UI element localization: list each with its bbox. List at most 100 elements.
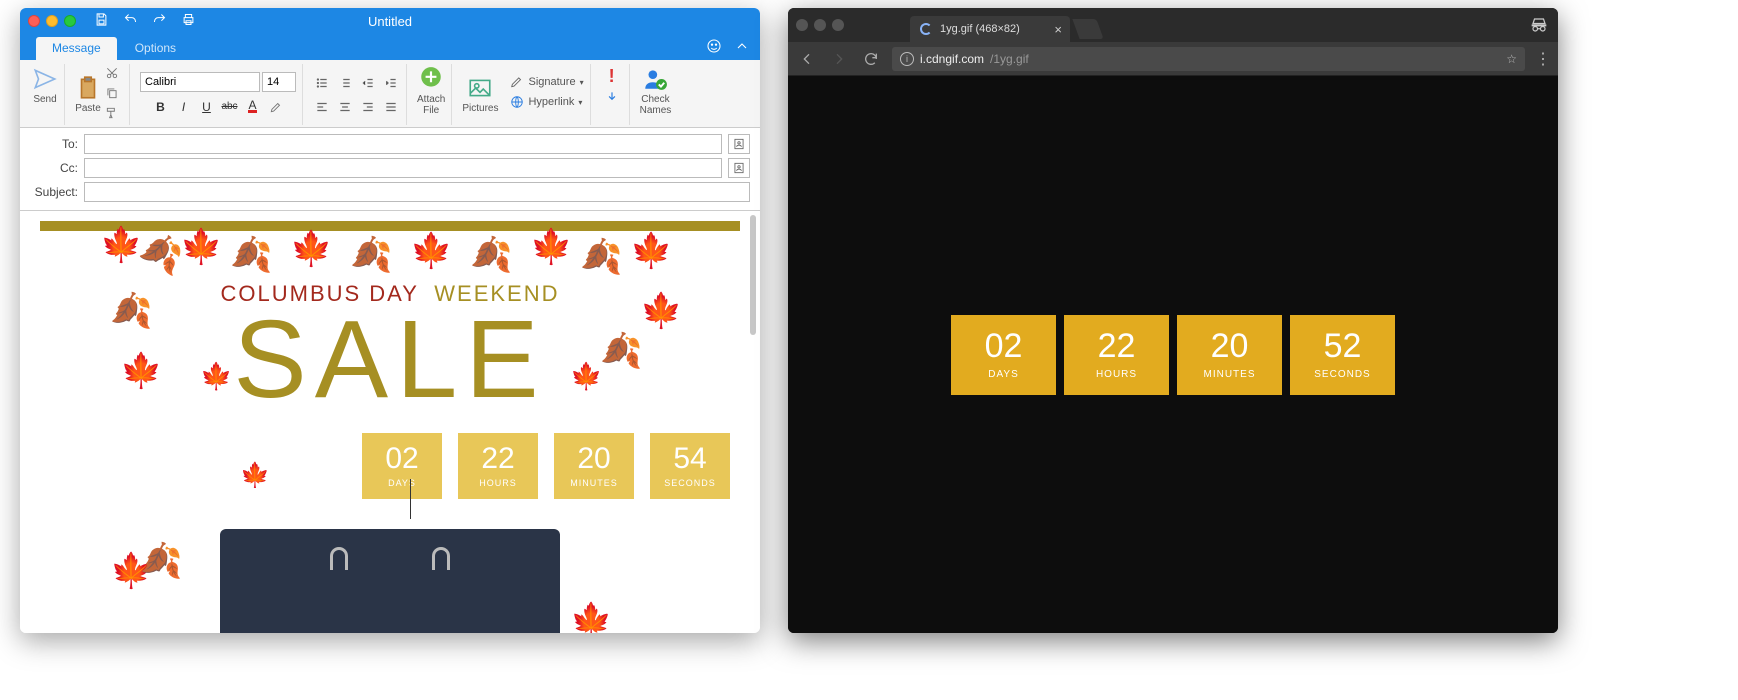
send-button[interactable]: Send xyxy=(32,66,58,105)
cut-icon[interactable] xyxy=(105,66,119,83)
gif-seconds: 52 SECONDS xyxy=(1290,315,1395,395)
browser-tab[interactable]: 1yg.gif (468×82) × xyxy=(910,16,1070,42)
maximize-window-button[interactable] xyxy=(64,15,76,27)
pictures-button[interactable]: Pictures xyxy=(462,75,498,114)
save-icon[interactable] xyxy=(94,12,109,30)
send-label: Send xyxy=(33,94,56,105)
attach-label: AttachFile xyxy=(417,94,445,116)
forward-button[interactable] xyxy=(828,48,850,70)
font-name-select[interactable] xyxy=(140,72,260,92)
cc-field[interactable] xyxy=(84,158,722,178)
subject-field[interactable] xyxy=(84,182,750,202)
justify-button[interactable] xyxy=(380,97,402,117)
chrome-minimize-button[interactable] xyxy=(814,19,826,31)
tab-title: 1yg.gif (468×82) xyxy=(940,23,1020,35)
format-painter-icon[interactable] xyxy=(105,106,119,123)
outlook-titlebar: Untitled xyxy=(20,8,760,34)
to-field[interactable] xyxy=(84,134,722,154)
signature-button[interactable]: Signature▾ xyxy=(510,75,583,89)
font-color-button[interactable]: A xyxy=(242,96,264,118)
pictures-label: Pictures xyxy=(462,103,498,114)
attach-file-button[interactable]: AttachFile xyxy=(417,66,445,116)
close-window-button[interactable] xyxy=(28,15,40,27)
page-viewport: 02 DAYS 22 HOURS 20 MINUTES 52 SECONDS xyxy=(788,76,1558,633)
countdown-hours-label: HOURS xyxy=(479,478,517,488)
print-icon[interactable] xyxy=(181,12,196,30)
gif-hours: 22 HOURS xyxy=(1064,315,1169,395)
chrome-close-button[interactable] xyxy=(796,19,808,31)
chrome-toolbar: i i.cdngif.com/1yg.gif ☆ ⋮ xyxy=(788,42,1558,76)
countdown-minutes-value: 20 xyxy=(577,444,610,474)
shopping-bag-image xyxy=(220,529,560,633)
copy-icon[interactable] xyxy=(105,86,119,103)
url-host: i.cdngif.com xyxy=(920,52,984,66)
numbering-button[interactable] xyxy=(334,73,356,93)
italic-button[interactable]: I xyxy=(173,96,195,118)
gif-days: 02 DAYS xyxy=(951,315,1056,395)
collapse-ribbon-icon[interactable] xyxy=(734,38,750,57)
high-importance-icon[interactable]: ! xyxy=(609,66,615,87)
address-bar[interactable]: i i.cdngif.com/1yg.gif ☆ xyxy=(892,47,1525,71)
gif-countdown-image: 02 DAYS 22 HOURS 20 MINUTES 52 SECONDS xyxy=(951,315,1395,395)
check-names-label: CheckNames xyxy=(640,94,672,116)
gif-days-label: DAYS xyxy=(988,369,1019,380)
gif-hours-label: HOURS xyxy=(1096,369,1137,380)
countdown-days-label: DAYS xyxy=(388,478,416,488)
subject-label: Subject: xyxy=(30,185,78,199)
underline-button[interactable]: U xyxy=(196,96,218,118)
countdown-minutes: 20 MINUTES xyxy=(554,433,634,499)
url-path: /1yg.gif xyxy=(990,52,1029,66)
bold-button[interactable]: B xyxy=(150,96,172,118)
tab-options[interactable]: Options xyxy=(119,37,192,60)
tab-close-icon[interactable]: × xyxy=(1054,22,1062,37)
ribbon: Send Paste B I U abc xyxy=(20,60,760,128)
site-info-icon[interactable]: i xyxy=(900,52,914,66)
cc-addressbook-button[interactable] xyxy=(728,158,750,178)
scrollbar[interactable] xyxy=(748,211,758,633)
indent-button[interactable] xyxy=(380,73,402,93)
align-right-button[interactable] xyxy=(357,97,379,117)
countdown-days-value: 02 xyxy=(385,444,418,474)
gif-hours-value: 22 xyxy=(1098,329,1136,363)
bookmark-star-icon[interactable]: ☆ xyxy=(1506,52,1517,66)
countdown-seconds: 54 SECONDS xyxy=(650,433,730,499)
chrome-menu-button[interactable]: ⋮ xyxy=(1535,49,1550,69)
ribbon-tabs: Message Options xyxy=(20,34,760,60)
reload-button[interactable] xyxy=(860,48,882,70)
hyperlink-button[interactable]: Hyperlink▾ xyxy=(510,95,583,109)
font-size-select[interactable] xyxy=(262,72,296,92)
window-controls xyxy=(28,15,76,27)
chrome-window: 1yg.gif (468×82) × i i.cdngif.com/1yg.gi… xyxy=(788,8,1558,633)
email-countdown: 02 DAYS 22 HOURS 20 MINUTES 54 SECONDS xyxy=(40,433,740,499)
emoji-icon[interactable] xyxy=(706,38,722,57)
outdent-button[interactable] xyxy=(357,73,379,93)
align-left-button[interactable] xyxy=(311,97,333,117)
highlight-button[interactable] xyxy=(265,96,287,118)
tab-message[interactable]: Message xyxy=(36,37,117,60)
paste-button[interactable]: Paste xyxy=(75,75,101,114)
chrome-maximize-button[interactable] xyxy=(832,19,844,31)
strikethrough-button[interactable]: abc xyxy=(219,96,241,118)
incognito-icon xyxy=(1530,16,1548,37)
bullets-button[interactable] xyxy=(311,73,333,93)
check-names-button[interactable]: CheckNames xyxy=(640,66,672,116)
minimize-window-button[interactable] xyxy=(46,15,58,27)
sale-text: SALE xyxy=(40,305,740,415)
to-addressbook-button[interactable] xyxy=(728,134,750,154)
gif-seconds-value: 52 xyxy=(1324,329,1362,363)
low-importance-icon[interactable] xyxy=(605,90,619,107)
undo-icon[interactable] xyxy=(123,12,138,30)
cc-label: Cc: xyxy=(30,161,78,175)
new-tab-button[interactable] xyxy=(1072,19,1103,39)
chrome-tabstrip: 1yg.gif (468×82) × xyxy=(788,8,1558,42)
align-center-button[interactable] xyxy=(334,97,356,117)
back-button[interactable] xyxy=(796,48,818,70)
countdown-days: 02 DAYS xyxy=(362,433,442,499)
message-body[interactable]: 🍁 🍂 🍁 🍂 🍁 🍂 🍁 🍂 🍁 🍂 🍁 🍂 🍁 🍁 🍂 🍁 🍁 🍁 🍁 🍂 … xyxy=(20,211,760,633)
email-content: 🍁 🍂 🍁 🍂 🍁 🍂 🍁 🍂 🍁 🍂 🍁 🍂 🍁 🍁 🍂 🍁 🍁 🍁 🍁 🍂 … xyxy=(40,221,740,633)
countdown-seconds-value: 54 xyxy=(673,444,706,474)
gif-minutes-label: MINUTES xyxy=(1204,369,1256,380)
favicon-icon xyxy=(920,23,932,35)
redo-icon[interactable] xyxy=(152,12,167,30)
countdown-minutes-label: MINUTES xyxy=(570,478,618,488)
